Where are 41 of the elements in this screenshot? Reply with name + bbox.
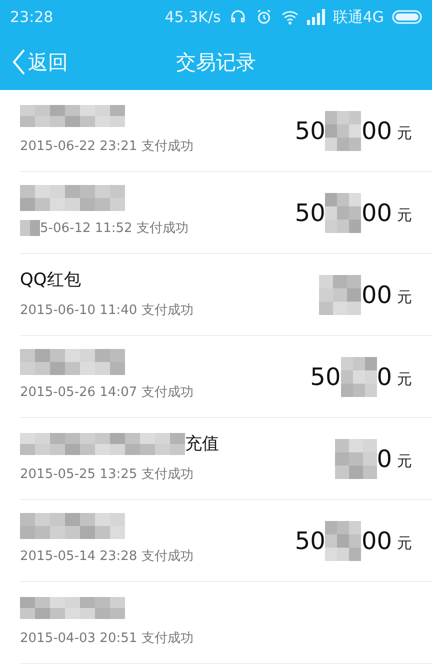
currency-unit: 元 [397,452,412,471]
currency-unit: 元 [397,534,412,553]
transaction-date: 2015-04-03 20:51 支付成功 [20,630,194,646]
signal-icon [306,9,325,25]
transaction-row[interactable]: 2015-06-22 23:21 支付成功 50 00 元 [20,90,432,172]
transaction-row[interactable]: 充值 2015-05-25 13:25 支付成功 0 元 [20,418,432,500]
transaction-row[interactable]: QQ红包 2015-06-10 11:40 支付成功 00 元 [20,254,432,336]
amount-text: 00 [361,280,392,308]
amount-text: 50 [294,198,326,226]
transaction-row[interactable]: 5-06-12 11:52 支付成功 50 00 元 [20,172,432,254]
battery-icon [392,10,422,24]
wifi-icon [280,8,299,26]
transaction-date: 2015-05-14 23:28 支付成功 [20,548,194,564]
transaction-title: QQ红包 [20,269,81,291]
amount-text: 0 [376,444,392,472]
amount-text: 00 [361,116,392,144]
amount-text: 50 [294,526,326,554]
currency-unit: 元 [397,124,412,143]
currency-unit: 元 [397,370,412,389]
status-time: 23:28 [10,8,54,26]
amount-text: 50 [310,362,341,390]
network-speed: 45.3K/s [164,8,221,26]
currency-unit: 元 [397,206,412,225]
transaction-date: 2015-05-25 13:25 支付成功 [20,466,194,482]
transaction-date: 2015-05-26 14:07 支付成功 [20,384,194,400]
page-title: 交易记录 [176,50,256,74]
transaction-date: 5-06-12 11:52 支付成功 [40,220,188,236]
transaction-row[interactable]: 2015-05-26 14:07 支付成功 50 0 元 [20,336,432,418]
chevron-left-icon [12,48,26,76]
amount-text: 00 [361,526,392,554]
currency-unit: 元 [397,288,412,307]
carrier-label: 联通4G [332,8,384,26]
transaction-date: 2015-06-10 11:40 支付成功 [20,302,194,318]
amount-text: 0 [376,362,392,390]
amount-text: 50 [294,116,326,144]
amount-text: 00 [361,198,392,226]
transaction-title: 充值 [185,433,219,455]
transaction-row[interactable]: 2015-05-14 23:28 支付成功 50 00 元 [20,500,432,582]
transaction-row[interactable]: 2015-04-03 20:51 支付成功 [20,582,432,664]
alarm-icon [254,8,273,26]
transaction-date: 2015-06-22 23:21 支付成功 [20,138,194,154]
